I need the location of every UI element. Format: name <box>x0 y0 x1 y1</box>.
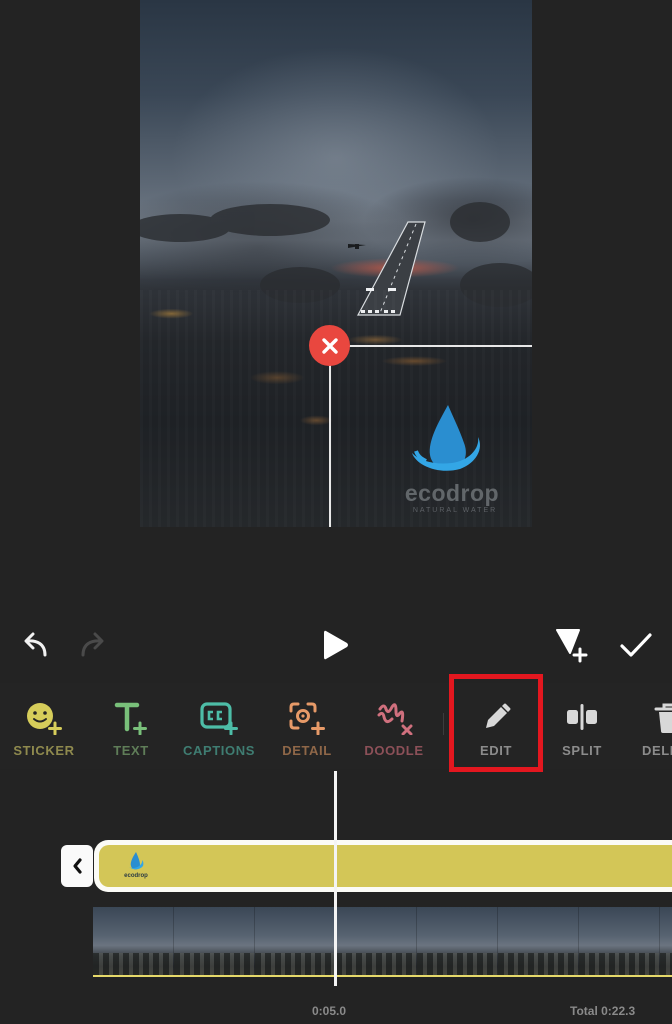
tool-doodle[interactable]: DOODLE <box>356 683 432 769</box>
captions-add-icon <box>200 702 238 735</box>
sticker-track-label: ecodrop <box>124 873 148 879</box>
chevron-left-icon <box>73 858 82 874</box>
sticker-track-clip[interactable]: ecodrop <box>94 840 672 892</box>
video-preview[interactable]: ecodrop NATURAL WATER <box>140 0 532 527</box>
sticker-track-fill: ecodrop <box>99 845 672 887</box>
playhead[interactable] <box>334 771 337 986</box>
add-marker-button[interactable] <box>552 626 592 664</box>
video-frame-thumbnail <box>660 907 672 977</box>
tool-split[interactable]: SPLIT <box>550 683 614 769</box>
play-button[interactable] <box>316 626 354 664</box>
video-frame-thumbnail <box>174 907 255 977</box>
tool-edit[interactable]: EDIT <box>456 683 536 769</box>
tool-text[interactable]: TEXT <box>100 683 162 769</box>
detail-add-icon <box>289 702 325 735</box>
split-icon <box>567 704 597 730</box>
doodle-add-icon <box>377 703 413 735</box>
tool-delete[interactable]: DELETE <box>638 683 672 769</box>
audio-level-line <box>93 975 672 977</box>
video-frame-thumbnail <box>93 907 174 977</box>
tool-divider <box>443 713 444 735</box>
tool-label: CAPTIONS <box>183 743 255 758</box>
video-frame-thumbnail <box>498 907 579 977</box>
close-icon <box>321 337 338 354</box>
sticker-bounding-line-left <box>329 345 331 527</box>
video-frame-thumbnail <box>336 907 417 977</box>
tool-label: STICKER <box>13 743 75 758</box>
redo-button[interactable] <box>74 628 110 660</box>
trash-icon <box>654 703 672 733</box>
current-time: 0:05.0 <box>312 1004 347 1018</box>
sticker-add-icon <box>27 703 62 735</box>
tool-label: TEXT <box>113 743 149 758</box>
ecodrop-logo-icon[interactable] <box>408 403 484 478</box>
done-button[interactable] <box>616 626 656 664</box>
tool-label: SPLIT <box>562 743 602 758</box>
redo-icon <box>81 632 104 657</box>
collapse-track-button[interactable] <box>61 845 93 887</box>
add-marker-icon <box>556 629 588 663</box>
video-frame-thumbnail <box>579 907 660 977</box>
watermark-brand: ecodrop <box>404 480 500 506</box>
tool-strip[interactable]: STICKER TEXT CAPTIONS DETAIL DOODLE EDIT… <box>0 683 672 769</box>
ecodrop-thumbnail-icon: ecodrop <box>124 852 148 879</box>
total-duration: Total 0:22.3 <box>570 1004 636 1018</box>
video-frame-thumbnail <box>255 907 336 977</box>
play-icon <box>324 630 348 660</box>
text-add-icon <box>114 702 147 735</box>
video-track-thumbnails[interactable] <box>93 907 672 977</box>
watermark-tagline: NATURAL WATER <box>412 507 498 514</box>
undo-button[interactable] <box>18 628 54 660</box>
checkmark-icon <box>620 633 652 657</box>
sticker-bounding-line-top <box>330 345 532 347</box>
tool-sticker[interactable]: STICKER <box>6 683 82 769</box>
video-frame-thumbnail <box>417 907 498 977</box>
tool-label: DOODLE <box>364 743 424 758</box>
undo-icon <box>24 632 47 657</box>
pencil-icon <box>486 703 511 728</box>
tool-label: DETAIL <box>282 743 332 758</box>
tool-label: DELETE <box>642 743 672 758</box>
tool-detail[interactable]: DETAIL <box>276 683 338 769</box>
tool-label: EDIT <box>479 743 512 758</box>
remove-sticker-button[interactable] <box>309 325 350 366</box>
tool-captions[interactable]: CAPTIONS <box>176 683 262 769</box>
